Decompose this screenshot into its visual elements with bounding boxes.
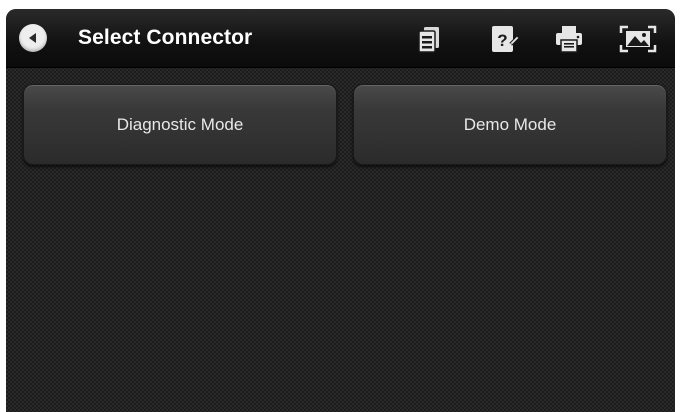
demo-mode-button[interactable]: Demo Mode xyxy=(353,84,667,165)
back-button[interactable] xyxy=(19,24,47,52)
back-arrow-icon xyxy=(29,33,36,43)
report-list-icon xyxy=(418,27,439,53)
help-button[interactable]: ? xyxy=(486,21,522,57)
help-icon: ? xyxy=(492,26,520,52)
svg-text:?: ? xyxy=(497,31,507,50)
page-title: Select Connector xyxy=(78,26,253,49)
diagnostic-mode-label: Diagnostic Mode xyxy=(116,114,244,134)
report-list-button[interactable] xyxy=(413,21,449,57)
screenshot-button[interactable] xyxy=(618,21,657,57)
screenshot-icon xyxy=(619,25,657,53)
diagnostic-mode-button[interactable]: Diagnostic Mode xyxy=(23,84,337,165)
print-button[interactable] xyxy=(551,21,587,57)
print-icon xyxy=(556,26,582,53)
top-bar: Select Connector ? xyxy=(6,9,675,68)
app-screen: Select Connector ? Diagnostic Mode Demo … xyxy=(6,9,675,412)
demo-mode-label: Demo Mode xyxy=(463,114,557,134)
